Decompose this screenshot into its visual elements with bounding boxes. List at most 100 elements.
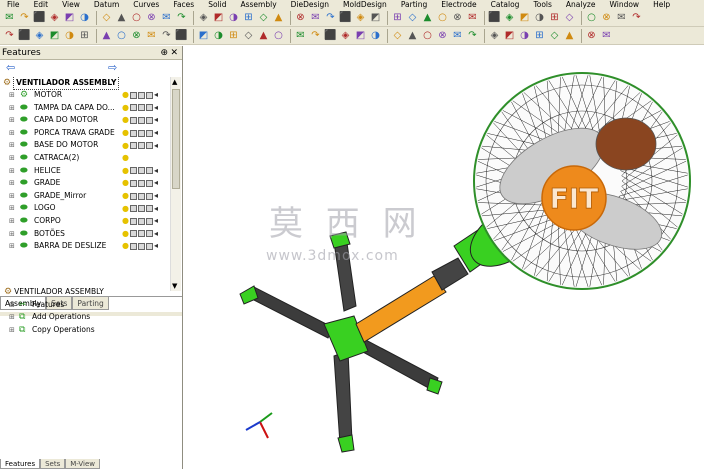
state-icon[interactable] <box>130 230 137 238</box>
menu-window[interactable]: Window <box>602 0 646 9</box>
state-icon[interactable] <box>138 205 145 213</box>
toolbar-tool-icon[interactable]: ▲ <box>406 29 419 42</box>
menu-curves[interactable]: Curves <box>126 0 166 9</box>
tab-m-view[interactable]: M-View <box>65 459 101 469</box>
toolbar-tool-icon[interactable]: ⊞ <box>548 11 561 24</box>
lightbulb-icon[interactable]: ● <box>122 91 129 99</box>
state-icon[interactable] <box>138 167 145 175</box>
state-icon[interactable] <box>146 179 153 187</box>
tree-item[interactable]: ⊞ ⬬ GRADE_Mirror ● ◂ <box>0 190 170 203</box>
tree-item[interactable]: ⊞ ⚙ MOTOR ● ◂ <box>0 89 170 102</box>
state-icon[interactable] <box>130 217 137 225</box>
tree-item[interactable]: ⊞ ⬬ CORPO ● ◂ <box>0 215 170 228</box>
toolbar-tool-icon[interactable]: ⊗ <box>294 11 307 24</box>
state-icon[interactable] <box>138 179 145 187</box>
toolbar-tool-icon[interactable]: ◈ <box>503 11 516 24</box>
speaker-icon[interactable]: ◂ <box>154 116 161 124</box>
toolbar-tool-icon[interactable]: ✉ <box>615 11 628 24</box>
toolbar-tool-icon[interactable]: ◩ <box>197 29 210 42</box>
toolbar-tool-icon[interactable]: ○ <box>585 11 598 24</box>
state-icon[interactable] <box>146 91 153 99</box>
tab-sets[interactable]: Sets <box>40 459 66 469</box>
toolbar-tool-icon[interactable]: ✉ <box>451 29 464 42</box>
speaker-icon[interactable]: ◂ <box>154 192 161 200</box>
tree-root[interactable]: ⚙ VENTILADOR ASSEMBLY <box>0 77 170 90</box>
toolbar-tool-icon[interactable]: ⊞ <box>78 29 91 42</box>
speaker-icon[interactable]: ◂ <box>154 129 161 137</box>
state-icon[interactable] <box>130 142 137 150</box>
toolbar-tool-icon[interactable]: ◇ <box>257 11 270 24</box>
expand-icon[interactable]: ⊞ <box>9 228 17 241</box>
toolbar-tool-icon[interactable]: ⬛ <box>488 11 501 24</box>
state-icon[interactable] <box>146 192 153 200</box>
toolbar-tool-icon[interactable]: ⊗ <box>145 11 158 24</box>
menu-assembly[interactable]: Assembly <box>233 0 283 9</box>
lightbulb-icon[interactable]: ● <box>122 154 129 162</box>
state-icon[interactable] <box>138 91 145 99</box>
toolbar-tool-icon[interactable]: ○ <box>421 29 434 42</box>
3d-viewport[interactable]: FIT 莫 西 网 www.3dmox.com <box>184 46 704 469</box>
state-icon[interactable] <box>130 192 137 200</box>
toolbar-tool-icon[interactable]: ⬛ <box>324 29 337 42</box>
toolbar-tool-icon[interactable]: ⊗ <box>436 29 449 42</box>
scroll-up-icon[interactable]: ▲ <box>172 78 177 86</box>
toolbar-tool-icon[interactable]: ◈ <box>339 29 352 42</box>
toolbar-tool-icon[interactable]: ◑ <box>63 29 76 42</box>
menu-analyze[interactable]: Analyze <box>559 0 603 9</box>
toolbar-tool-icon[interactable]: ⬛ <box>339 11 352 24</box>
toolbar-tool-icon[interactable]: ◇ <box>391 29 404 42</box>
expand-icon[interactable]: ⊞ <box>9 299 19 312</box>
toolbar-tool-icon[interactable]: ✉ <box>466 11 479 24</box>
state-icon[interactable] <box>146 217 153 225</box>
toolbar-tool-icon[interactable]: ◇ <box>563 11 576 24</box>
toolbar-tool-icon[interactable]: ◈ <box>354 11 367 24</box>
ops-item[interactable]: ⊞ ✂ Features <box>0 299 182 312</box>
toolbar-tool-icon[interactable]: ○ <box>130 11 143 24</box>
toolbar-tool-icon[interactable]: ⊗ <box>585 29 598 42</box>
expand-icon[interactable]: ⊞ <box>9 190 17 203</box>
menu-diedesign[interactable]: DieDesign <box>284 0 336 9</box>
menu-file[interactable]: File <box>0 0 27 9</box>
toolbar-tool-icon[interactable]: ▲ <box>115 11 128 24</box>
state-icon[interactable] <box>146 230 153 238</box>
toolbar-tool-icon[interactable]: ◩ <box>503 29 516 42</box>
toolbar-tool-icon[interactable]: ✉ <box>160 11 173 24</box>
menu-faces[interactable]: Faces <box>166 0 201 9</box>
state-icon[interactable] <box>138 142 145 150</box>
menu-view[interactable]: View <box>55 0 87 9</box>
toolbar-tool-icon[interactable]: ⊞ <box>391 11 404 24</box>
toolbar-tool-icon[interactable]: ✉ <box>600 29 613 42</box>
state-icon[interactable] <box>146 104 153 112</box>
menu-catalog[interactable]: Catalog <box>484 0 527 9</box>
tree-item[interactable]: ⊞ ⬬ GRADE ● ◂ <box>0 177 170 190</box>
toolbar-tool-icon[interactable]: ↷ <box>309 29 322 42</box>
toolbar-tool-icon[interactable]: ○ <box>272 29 285 42</box>
state-icon[interactable] <box>138 230 145 238</box>
toolbar-tool-icon[interactable]: ◑ <box>518 29 531 42</box>
toolbar-tool-icon[interactable]: ◑ <box>533 11 546 24</box>
lightbulb-icon[interactable]: ● <box>122 179 129 187</box>
tree-item[interactable]: ⊞ ⬬ BARRA DE DESLIZE ● ◂ <box>0 240 170 253</box>
menu-edit[interactable]: Edit <box>27 0 56 9</box>
tree-item[interactable]: ⊞ ⬬ BASE DO MOTOR ● ◂ <box>0 139 170 152</box>
toolbar-tool-icon[interactable]: ◑ <box>212 29 225 42</box>
expand-icon[interactable]: ⊞ <box>9 177 17 190</box>
back-arrow-icon[interactable]: ⇦ <box>6 62 15 74</box>
speaker-icon[interactable]: ◂ <box>154 103 161 112</box>
lightbulb-icon[interactable]: ● <box>122 141 129 150</box>
lightbulb-icon[interactable]: ● <box>122 129 129 137</box>
toolbar-tool-icon[interactable]: ⬛ <box>18 29 31 42</box>
state-icon[interactable] <box>146 242 153 250</box>
lightbulb-icon[interactable]: ● <box>122 204 129 213</box>
state-icon[interactable] <box>146 142 153 150</box>
state-icon[interactable] <box>138 192 145 200</box>
toolbar-tool-icon[interactable]: ⬛ <box>33 11 46 24</box>
menu-molddesign[interactable]: MoldDesign <box>336 0 394 9</box>
state-icon[interactable] <box>138 116 145 124</box>
toolbar-tool-icon[interactable]: ▲ <box>100 29 113 42</box>
tree-item[interactable]: ⊞ ⬬ CATRACA(2) ● <box>0 152 170 165</box>
toolbar-tool-icon[interactable]: ◩ <box>63 11 76 24</box>
toolbar-tool-icon[interactable]: ↷ <box>160 29 173 42</box>
toolbar-tool-icon[interactable]: ◩ <box>212 11 225 24</box>
menu-tools[interactable]: Tools <box>526 0 558 9</box>
